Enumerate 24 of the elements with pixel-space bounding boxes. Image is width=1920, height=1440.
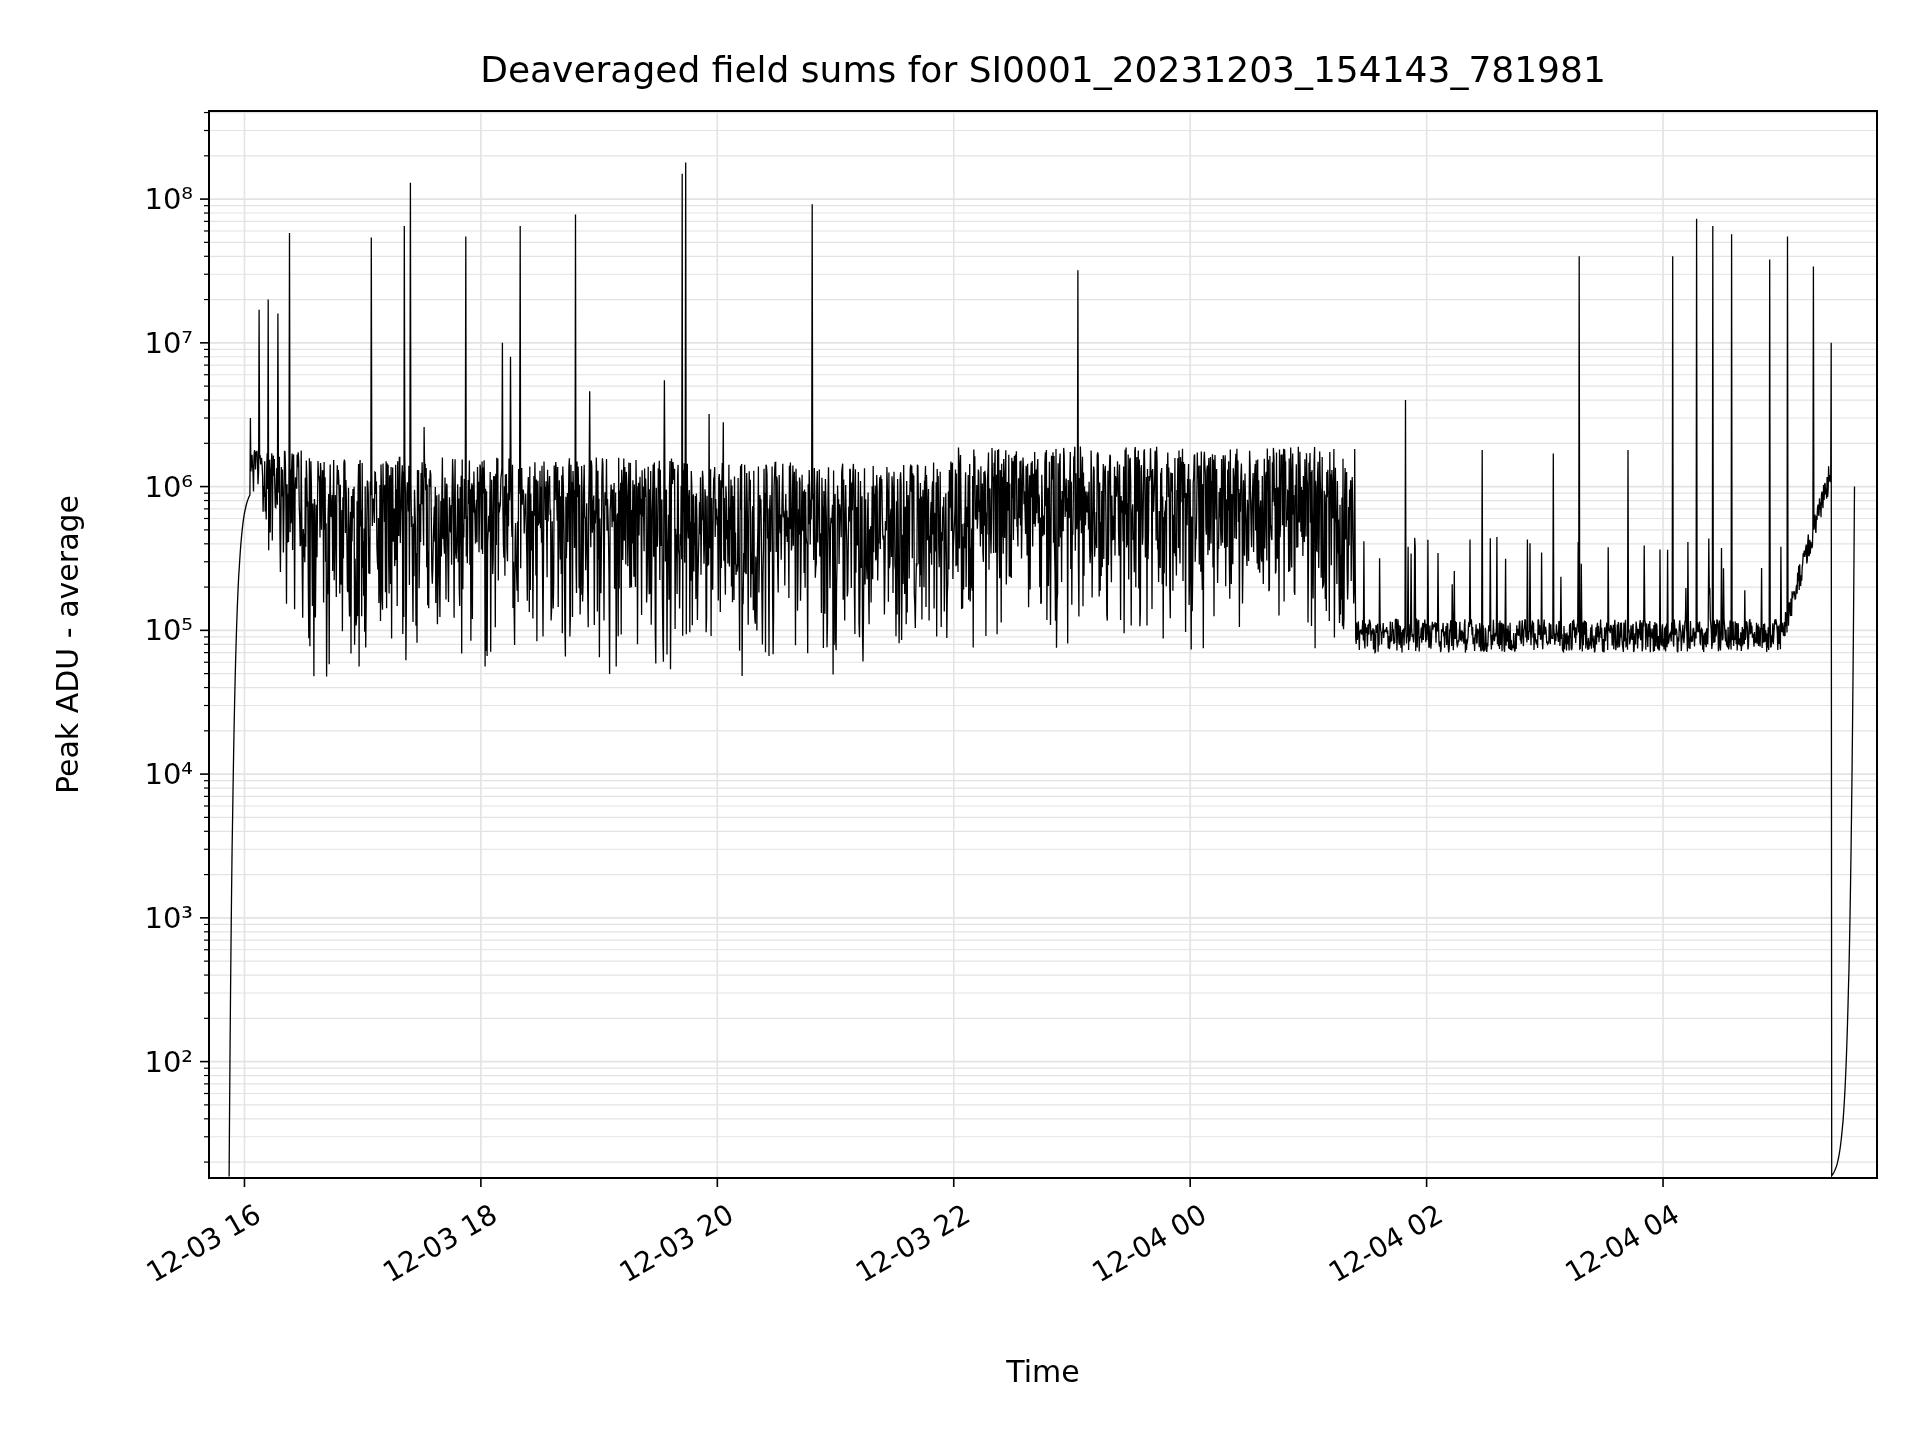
tick-mark xyxy=(952,1177,955,1188)
tick-mark xyxy=(199,629,210,632)
tick-mark xyxy=(480,1177,482,1188)
tick-label: 10⁶ xyxy=(144,469,193,504)
tick-label: 10³ xyxy=(144,900,193,935)
tick-mark xyxy=(1662,1177,1664,1188)
tick-mark xyxy=(716,1177,719,1188)
tick-mark xyxy=(199,342,210,344)
axis-label: Time xyxy=(1006,1354,1080,1389)
tick-label: 10⁷ xyxy=(144,325,193,360)
tick-label: 10⁸ xyxy=(144,182,193,217)
tick-mark xyxy=(199,485,210,488)
tick-label: 10² xyxy=(144,1044,193,1079)
tick-label: 10⁴ xyxy=(144,757,193,792)
tick-label: 10⁵ xyxy=(144,613,193,648)
axis-label: Peak ADU - average xyxy=(50,494,85,795)
tick-mark xyxy=(199,198,210,200)
chart-title: Deaveraged field sums for SI0001_20231203_154143_781981 xyxy=(480,49,1606,90)
tick-mark xyxy=(199,773,210,775)
tick-mark xyxy=(1425,1177,1428,1188)
tick-mark xyxy=(199,1060,210,1063)
tick-mark xyxy=(199,917,210,919)
tick-mark xyxy=(243,1177,246,1188)
tick-mark xyxy=(1189,1177,1191,1188)
